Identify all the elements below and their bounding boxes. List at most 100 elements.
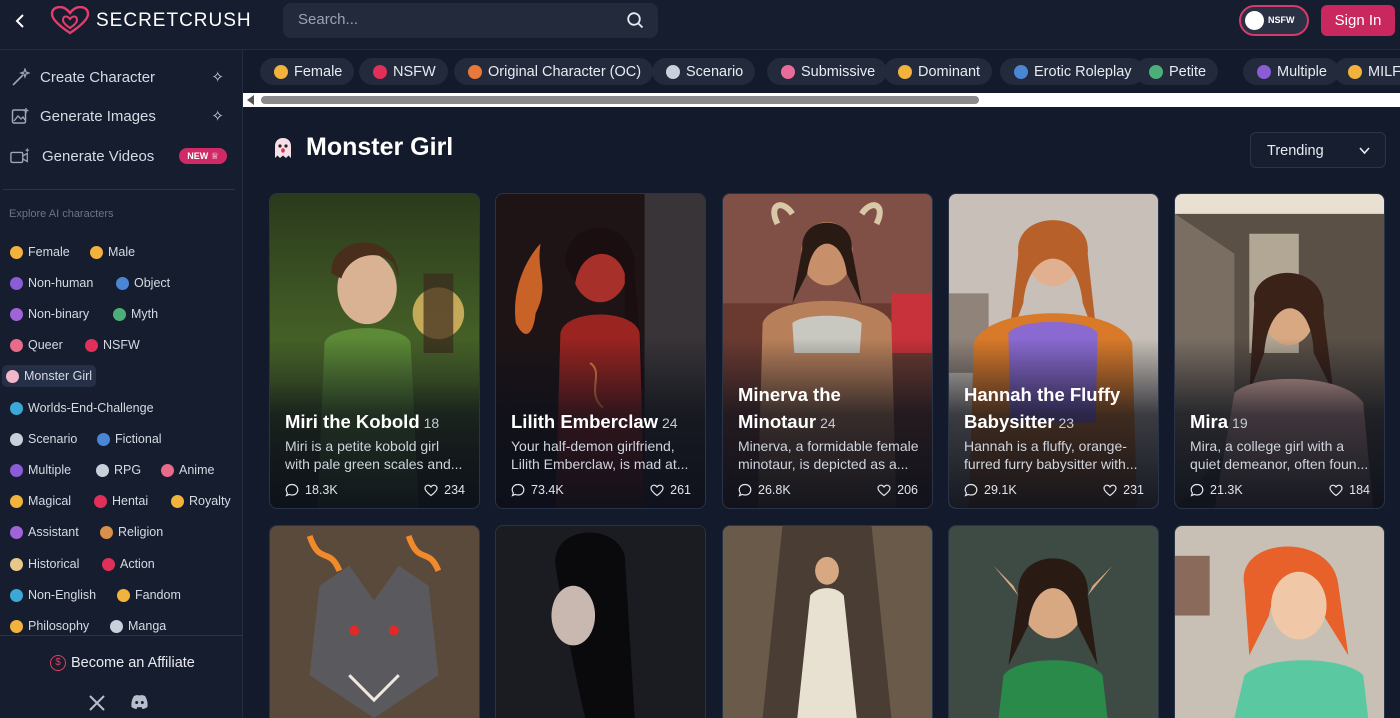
category-non-binary[interactable]: Non-binary (6, 303, 93, 325)
category-fictional[interactable]: Fictional (93, 428, 166, 450)
search-input[interactable] (298, 11, 618, 28)
character-card[interactable] (722, 525, 933, 718)
chat-count: 18.3K (285, 483, 338, 497)
tag-female[interactable]: Female (260, 58, 355, 85)
tag-multiple[interactable]: Multiple (1243, 58, 1339, 85)
category-label: Non-English (28, 588, 97, 602)
like-count[interactable]: 231 (1103, 483, 1144, 497)
category-male[interactable]: Male (86, 241, 139, 263)
tag-dominant[interactable]: Dominant (884, 58, 993, 85)
tag-submissive[interactable]: Submissive (767, 58, 888, 85)
character-card[interactable]: Minerva the Minotaur 24 Minerva, a formid… (722, 193, 933, 509)
category-scenario[interactable]: Scenario (6, 428, 81, 450)
tag-original-character-oc-[interactable]: Original Character (OC) (454, 58, 654, 85)
category-historical[interactable]: Historical (6, 553, 83, 575)
category-label: Scenario (28, 432, 78, 446)
chat-count: 73.4K (511, 483, 564, 497)
category-queer[interactable]: Queer (6, 334, 67, 356)
category-non-human[interactable]: Non-human (6, 272, 97, 294)
generate-videos-button[interactable]: Generate Videos NEW ♕ (10, 141, 230, 171)
category-myth[interactable]: Myth (109, 303, 162, 325)
scroll-left-arrow-icon[interactable] (247, 95, 254, 105)
category-object[interactable]: Object (112, 272, 174, 294)
category-multiple[interactable]: Multiple (6, 459, 75, 481)
discord-icon[interactable] (130, 694, 149, 715)
category-assistant[interactable]: Assistant (6, 521, 83, 543)
category-non-english[interactable]: Non-English (6, 584, 100, 606)
category-fandom[interactable]: Fandom (113, 584, 185, 606)
scrollbar-thumb[interactable] (261, 96, 979, 104)
category-emoji-icon (110, 619, 123, 633)
character-name: Minerva the Minotaur 24 (738, 384, 841, 432)
tag-petite[interactable]: Petite (1135, 58, 1219, 85)
category-emoji-icon (10, 307, 23, 321)
like-count[interactable]: 261 (650, 483, 691, 497)
category-rpg[interactable]: RPG (92, 459, 145, 481)
toggle-knob (1245, 11, 1264, 30)
character-card[interactable] (495, 525, 706, 718)
sort-dropdown[interactable]: Trending (1250, 132, 1386, 168)
category-nsfw[interactable]: NSFW (81, 334, 144, 356)
create-character-button[interactable]: Create Character ✧ (10, 62, 230, 92)
category-label: NSFW (103, 338, 140, 352)
category-action[interactable]: Action (98, 553, 159, 575)
heart-logo-icon (50, 6, 90, 35)
tag-label: Multiple (1277, 63, 1327, 80)
category-religion[interactable]: Religion (96, 521, 167, 543)
sparkle-icon: ✧ (211, 69, 224, 86)
category-label: Historical (28, 557, 80, 571)
heart-icon (424, 484, 438, 496)
nsfw-toggle[interactable]: NSFW (1239, 5, 1309, 36)
tag-milf[interactable]: MILF (1334, 58, 1400, 85)
sign-in-button[interactable]: Sign In (1321, 5, 1395, 36)
category-monster-girl[interactable]: Monster Girl (2, 365, 97, 387)
character-age: 18 (423, 415, 440, 431)
category-magical[interactable]: Magical (6, 490, 75, 512)
category-anime[interactable]: Anime (157, 459, 218, 481)
back-arrow-icon[interactable] (12, 12, 30, 30)
generate-images-button[interactable]: Generate Images ✧ (10, 101, 230, 131)
search-icon[interactable] (627, 12, 644, 29)
category-label: Manga (128, 619, 167, 633)
tag-label: Dominant (918, 63, 981, 80)
category-philosophy[interactable]: Philosophy (6, 615, 93, 637)
top-bar: SECRETCRUSH NSFW Sign In (0, 0, 1400, 50)
character-portrait (949, 526, 1158, 718)
character-card[interactable] (948, 525, 1159, 718)
character-description: Mira, a college girl with a quiet demeano… (1190, 438, 1369, 472)
affiliate-link[interactable]: $ Become an Affiliate (50, 655, 195, 671)
character-portrait (723, 526, 932, 718)
character-card[interactable]: Miri the Kobold 18 Miri is a petite kobol… (269, 193, 480, 509)
category-royalty[interactable]: Royalty (167, 490, 235, 512)
category-emoji-icon (10, 619, 23, 633)
tag-nsfw[interactable]: NSFW (359, 58, 448, 85)
tag-scenario[interactable]: Scenario (652, 58, 756, 85)
character-card[interactable]: Hannah the Fluffy Babysitter 23 Hannah is… (948, 193, 1159, 509)
like-count[interactable]: 234 (424, 483, 465, 497)
category-emoji-icon (161, 463, 174, 477)
category-label: Religion (118, 525, 164, 539)
sparkle-icon: ✧ (211, 108, 224, 125)
category-emoji-icon (171, 494, 184, 508)
tag-erotic-roleplay[interactable]: Erotic Roleplay (1000, 58, 1144, 85)
logo[interactable]: SECRETCRUSH (50, 6, 252, 36)
category-hentai[interactable]: Hentai (90, 490, 152, 512)
tag-label: NSFW (393, 63, 436, 80)
like-count[interactable]: 184 (1329, 483, 1370, 497)
tag-label: MILF (1368, 63, 1400, 80)
character-card[interactable] (269, 525, 480, 718)
character-card[interactable]: Lilith Emberclaw 24 Your half-demon girlf… (495, 193, 706, 509)
sidebar-bottom-divider (0, 635, 243, 636)
character-description: Minerva, a formidable female minotaur, is… (738, 438, 919, 472)
character-card[interactable]: Mira 19 Mira, a college girl with a quiet … (1174, 193, 1385, 509)
like-count[interactable]: 206 (877, 483, 918, 497)
dollar-icon: $ (50, 655, 66, 671)
tag-scrollbar[interactable] (243, 93, 1400, 107)
category-label: Male (108, 245, 136, 259)
category-worlds-end-challenge[interactable]: Worlds-End-Challenge (6, 397, 158, 419)
tag-emoji-icon (373, 64, 387, 79)
character-card[interactable] (1174, 525, 1385, 718)
x-twitter-icon[interactable] (88, 694, 106, 717)
category-manga[interactable]: Manga (106, 615, 170, 637)
category-female[interactable]: Female (6, 241, 74, 263)
